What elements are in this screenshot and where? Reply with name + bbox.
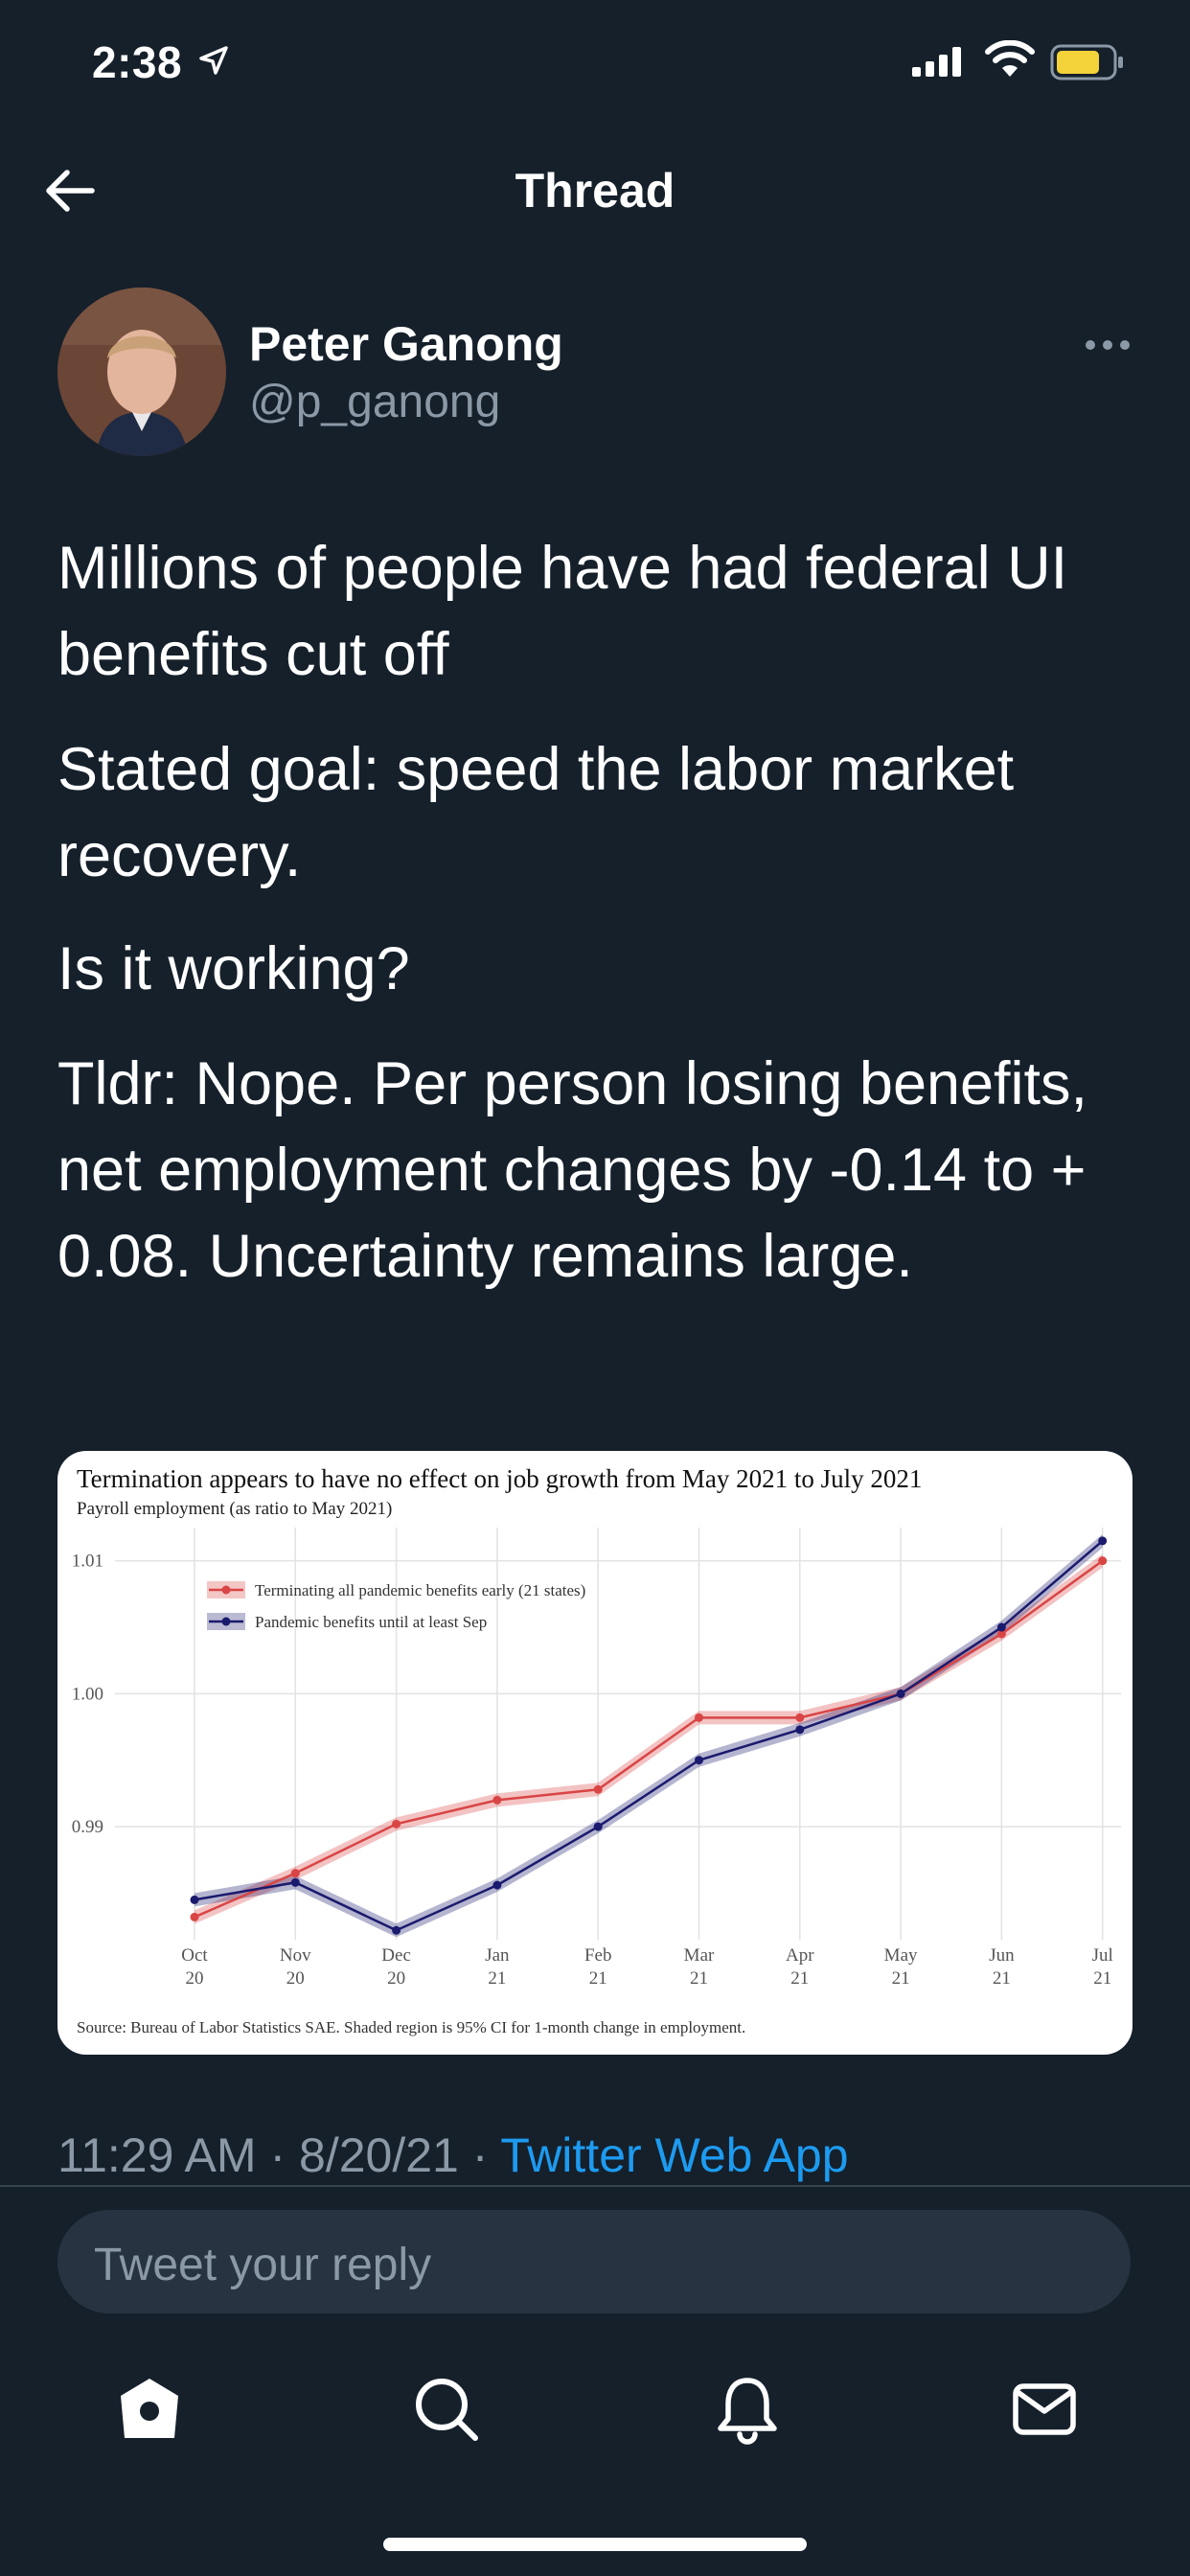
data-point [996,1622,1006,1632]
avatar[interactable] [57,288,226,456]
x-tick-label: Apr [786,1945,814,1966]
y-tick-label: 1.01 [72,1552,103,1572]
x-tick-label: Feb [584,1945,612,1966]
data-point [593,1822,603,1831]
x-tick-label: 21 [790,1968,809,1989]
tweet-meta: 11:29 AM · 8/20/21 · Twitter Web App [57,2128,849,2183]
cellular-signal-icon [912,47,961,77]
author-name[interactable]: Peter Ganong [249,316,563,372]
confidence-band [195,1553,1103,1924]
data-point [593,1784,603,1794]
x-tick-label: Dec [381,1945,411,1966]
battery-icon [1050,44,1123,80]
data-point [392,1925,401,1935]
data-point [492,1880,502,1890]
home-indicator [383,2538,807,2551]
x-tick-label: May [884,1945,918,1966]
messages-icon[interactable] [1006,2371,1083,2448]
data-point [190,1912,199,1921]
data-point [795,1713,805,1722]
data-point [1098,1556,1108,1566]
tweet-paragraph: Stated goal: speed the labor market reco… [57,736,1015,889]
data-point [492,1795,502,1805]
x-tick-label: Jun [989,1945,1015,1966]
data-point [695,1713,703,1722]
tweet-paragraph: Is it working? [57,935,410,1002]
legend-marker [221,1585,231,1595]
data-point [896,1689,905,1698]
legend-marker [221,1617,231,1626]
chart-subtitle: Payroll employment (as ratio to May 2021… [77,1499,393,1519]
reply-placeholder: Tweet your reply [94,2240,432,2290]
search-icon[interactable] [408,2371,485,2448]
chart-image[interactable]: 1.01 1.00 0.99 Oct 20 Nov 20 Dec 20 Jan 21 Feb 21 Mar… [57,1451,1133,2055]
more-options-icon[interactable] [1083,337,1133,353]
separator-dot: · [471,2128,489,2182]
x-tick-label: 21 [690,1968,708,1989]
x-tick-label: Nov [280,1945,311,1966]
y-tick-label: 0.99 [72,1817,103,1837]
y-tick-label: 1.00 [72,1684,103,1704]
line-chart: 1.011.000.99Oct20Nov20Dec20Jan21Feb21Mar… [72,1528,1121,1989]
data-point [190,1895,199,1904]
x-tick-label: 21 [1093,1968,1111,1989]
tweet-source-link[interactable]: Twitter Web App [500,2128,848,2182]
x-tick-label: Jan [485,1945,510,1966]
chart-source: Source: Bureau of Labor Statistics SAE. … [77,2018,746,2036]
x-tick-label: 20 [286,1968,305,1989]
location-arrow-icon [199,46,228,75]
x-tick-label: 21 [892,1968,910,1989]
status-time: 2:38 [92,37,183,87]
data-point [695,1756,703,1765]
chart-title: Termination appears to have no effect on… [77,1464,923,1493]
data-point [290,1869,300,1878]
tweet-paragraph: Tldr: Nope. Per person losing benefits, … [57,1050,1088,1290]
x-tick-label: 21 [488,1968,506,1989]
x-tick-label: Oct [181,1945,208,1966]
author-handle[interactable]: @p_ganong [249,376,500,428]
tweet-date: 8/20/21 [299,2128,459,2182]
divider [0,2185,1190,2187]
page-title: Thread [515,164,675,218]
data-point [1098,1536,1108,1546]
data-point [290,1877,300,1887]
data-point [392,1819,401,1828]
separator-dot: · [269,2128,286,2182]
x-tick-label: 20 [387,1968,405,1989]
x-tick-label: Jul [1092,1945,1113,1966]
tweet-time: 11:29 AM [57,2128,257,2182]
notifications-icon[interactable] [709,2371,786,2448]
legend-label: Terminating all pandemic benefits early … [255,1581,585,1599]
x-tick-label: 21 [589,1968,607,1989]
home-icon[interactable] [111,2371,188,2448]
tweet-paragraph: Millions of people have had federal UI b… [57,535,1068,688]
x-tick-label: 21 [993,1968,1011,1989]
reply-input[interactable]: Tweet your reply [57,2210,1131,2313]
legend-label: Pandemic benefits until at least Sep [255,1613,487,1631]
data-point [795,1725,805,1735]
x-tick-label: 20 [186,1968,204,1989]
wifi-icon [985,40,1035,77]
x-tick-label: Mar [684,1945,715,1966]
